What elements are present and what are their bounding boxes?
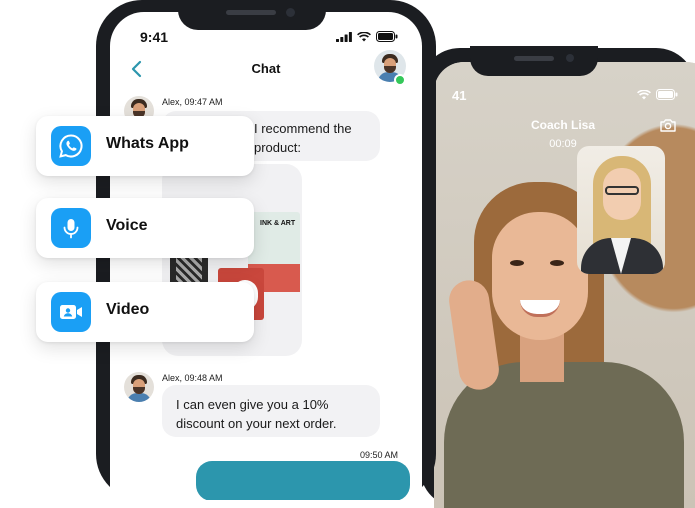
- phone-notch: [470, 46, 598, 76]
- microphone-icon: [51, 208, 91, 248]
- voice-option-label: Voice: [106, 217, 148, 234]
- message-text: I recommend the: [254, 121, 352, 136]
- chat-title: Chat: [251, 61, 281, 76]
- product-box-label: INK & ART: [260, 220, 296, 227]
- status-time: 9:41: [140, 29, 169, 45]
- whatsapp-icon: [51, 126, 91, 166]
- whatsapp-option[interactable]: Whats App: [36, 116, 254, 176]
- signal-icon: [336, 31, 352, 42]
- battery-icon: [376, 31, 398, 42]
- outgoing-message-bubble: [196, 461, 410, 500]
- status-icons: [637, 89, 678, 100]
- status-time: 41: [452, 88, 467, 103]
- message-text: discount on your next order.: [176, 416, 337, 431]
- voice-option[interactable]: Voice: [36, 198, 254, 258]
- outgoing-message-time: 09:50 AM: [359, 450, 398, 460]
- battery-icon: [656, 89, 678, 100]
- phone-notch: [178, 0, 326, 30]
- video-call-phone: 41 Coach Lisa 00:09: [420, 46, 695, 508]
- wifi-icon: [637, 89, 651, 99]
- online-status-dot: [394, 74, 406, 86]
- status-icons: [336, 31, 398, 42]
- message-bubble: I can even give you a 10% discount on yo…: [162, 385, 380, 437]
- back-arrow-icon[interactable]: [126, 58, 148, 80]
- message-text: I can even give you a 10%: [176, 397, 329, 412]
- message-text: product:: [254, 140, 301, 155]
- video-call-screen: 41 Coach Lisa 00:09: [434, 62, 695, 508]
- message-sender-time: Alex, 09:48 AM: [162, 373, 223, 383]
- message-sender-time: Alex, 09:47 AM: [162, 97, 223, 107]
- video-option[interactable]: Video: [36, 282, 254, 342]
- video-camera-icon: [51, 292, 91, 332]
- avatar: [124, 372, 154, 402]
- self-view-pip[interactable]: [577, 146, 665, 274]
- caller-name: Coach Lisa: [530, 118, 596, 132]
- wifi-icon: [357, 31, 371, 41]
- whatsapp-option-label: Whats App: [106, 135, 189, 152]
- video-option-label: Video: [106, 301, 150, 318]
- switch-camera-icon[interactable]: [660, 118, 676, 132]
